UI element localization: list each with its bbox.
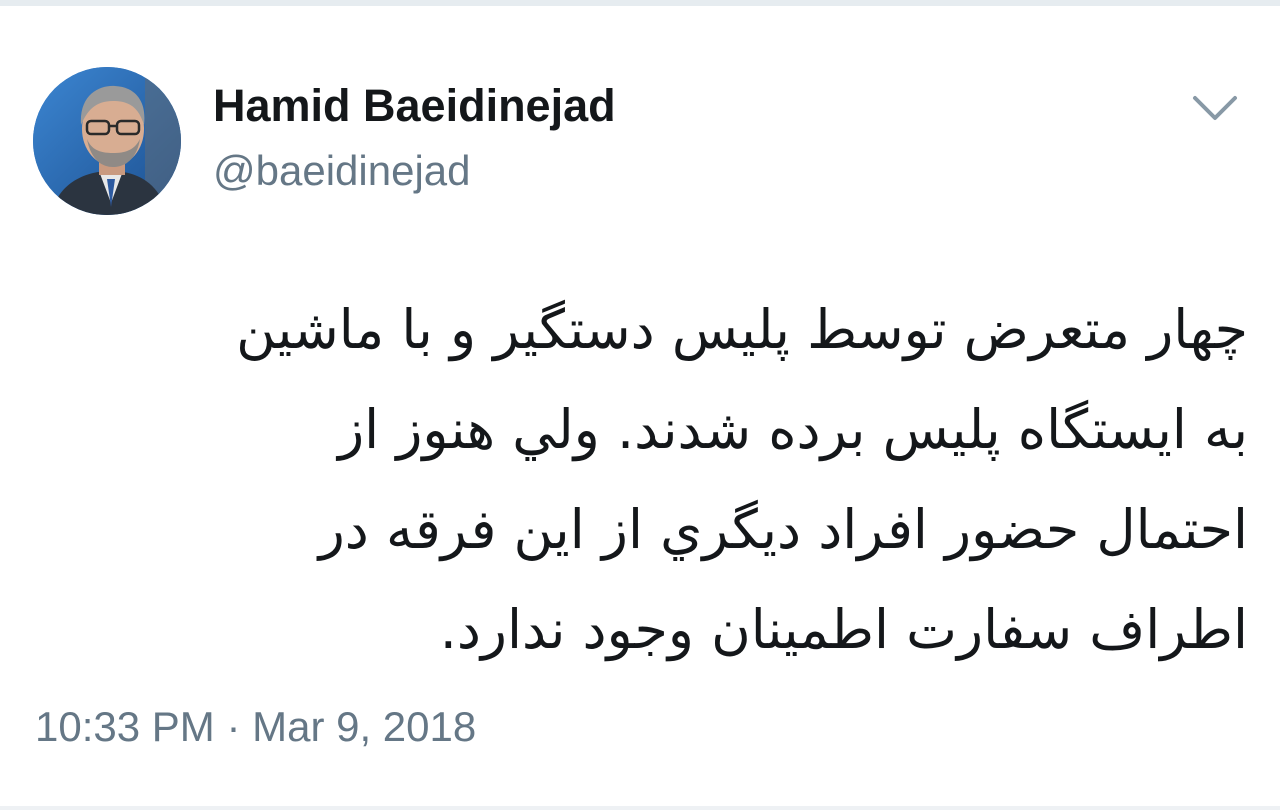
- tweet-screenshot: Hamid Baeidinejad @baeidinejad چهار متعر…: [0, 0, 1280, 810]
- author-display-name[interactable]: Hamid Baeidinejad: [213, 78, 616, 134]
- tweet-text-line: احتمال حضور افراد دیگري از این فرقه در: [318, 498, 1248, 561]
- tweet-text-line: به ایستگاه پلیس برده شدند. ولي هنوز از: [338, 398, 1248, 461]
- profile-photo-icon: [33, 67, 181, 215]
- chevron-down-icon: [1193, 96, 1237, 120]
- tweet-text-line: اطراف سفارت اطمینان وجود ندارد.: [439, 598, 1248, 661]
- avatar[interactable]: [33, 67, 181, 215]
- bottom-divider: [0, 806, 1280, 810]
- tweet-menu-button[interactable]: [1190, 90, 1240, 126]
- author-handle[interactable]: @baeidinejad: [213, 143, 471, 199]
- top-divider: [0, 0, 1280, 6]
- tweet-timestamp[interactable]: 10:33 PM · Mar 9, 2018: [35, 697, 476, 757]
- tweet-body: چهار متعرض توسط پلیس دستگیر و با ماشین ب…: [30, 280, 1248, 680]
- tweet-text-line: چهار متعرض توسط پلیس دستگیر و با ماشین: [236, 298, 1248, 361]
